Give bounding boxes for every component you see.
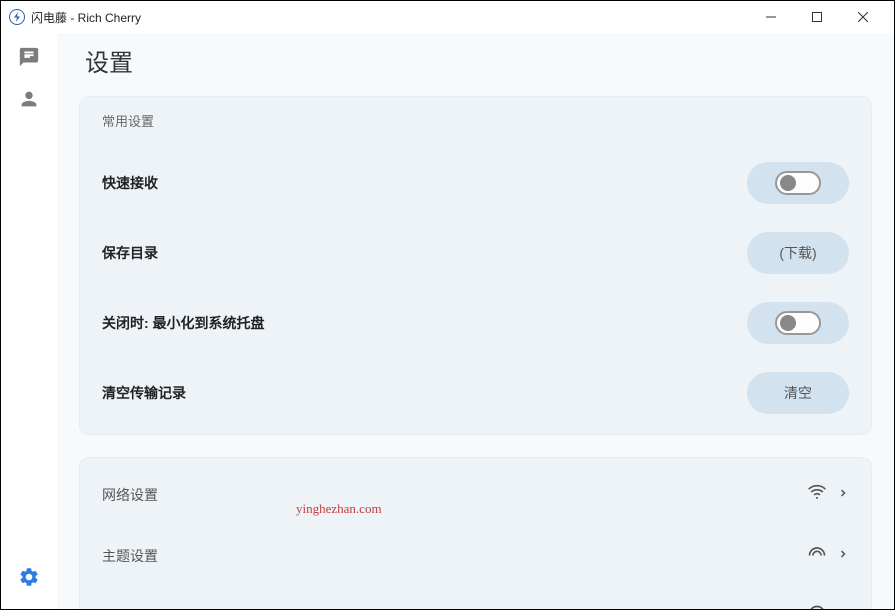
- window-controls: [748, 1, 886, 33]
- titlebar: 闪电藤 - Rich Cherry: [1, 1, 894, 33]
- app-icon: [9, 9, 25, 25]
- info-icon: [807, 604, 827, 609]
- toggle-off-icon: [775, 311, 821, 335]
- theme-label: 主题设置: [102, 546, 158, 566]
- window-title: 闪电藤 - Rich Cherry: [31, 9, 748, 26]
- wifi-icon: [807, 482, 827, 507]
- chevron-right-icon: [837, 547, 849, 565]
- other-settings-card: 网络设置 主题设置: [79, 457, 872, 609]
- minimize-button[interactable]: [748, 1, 794, 33]
- about-label: 关于: [102, 607, 130, 610]
- main-content: 设置 常用设置 快速接收 保存目录 (下载) 关闭时: 最小化到系统托盘: [57, 33, 894, 609]
- common-settings-card: 常用设置 快速接收 保存目录 (下载) 关闭时: 最小化到系统托盘 清空传输记录: [79, 96, 872, 435]
- clear-log-button[interactable]: 清空: [747, 372, 849, 414]
- close-behavior-label: 关闭时: 最小化到系统托盘: [102, 313, 265, 333]
- chevron-right-icon: [837, 608, 849, 610]
- clear-log-label: 清空传输记录: [102, 383, 186, 403]
- settings-icon[interactable]: [17, 565, 41, 589]
- save-dir-row: 保存目录 (下载): [102, 218, 849, 288]
- close-behavior-row: 关闭时: 最小化到系统托盘: [102, 288, 849, 358]
- theme-settings-row[interactable]: 主题设置: [102, 525, 849, 586]
- theme-icon: [807, 543, 827, 568]
- maximize-button[interactable]: [794, 1, 840, 33]
- fast-receive-label: 快速接收: [102, 173, 158, 193]
- network-label: 网络设置: [102, 485, 158, 505]
- chevron-right-icon: [837, 486, 849, 504]
- network-settings-row[interactable]: 网络设置: [102, 464, 849, 525]
- close-button[interactable]: [840, 1, 886, 33]
- page-title: 设置: [85, 43, 872, 78]
- close-behavior-toggle-button[interactable]: [747, 302, 849, 344]
- clear-log-row: 清空传输记录 清空: [102, 358, 849, 428]
- person-icon[interactable]: [17, 87, 41, 111]
- chat-icon[interactable]: [17, 45, 41, 69]
- fast-receive-toggle-button[interactable]: [747, 162, 849, 204]
- common-section-label: 常用设置: [102, 111, 849, 130]
- about-row[interactable]: 关于: [102, 586, 849, 609]
- sidebar: [1, 33, 57, 609]
- toggle-off-icon: [775, 171, 821, 195]
- save-dir-label: 保存目录: [102, 243, 158, 263]
- fast-receive-row: 快速接收: [102, 148, 849, 218]
- save-dir-button[interactable]: (下载): [747, 232, 849, 274]
